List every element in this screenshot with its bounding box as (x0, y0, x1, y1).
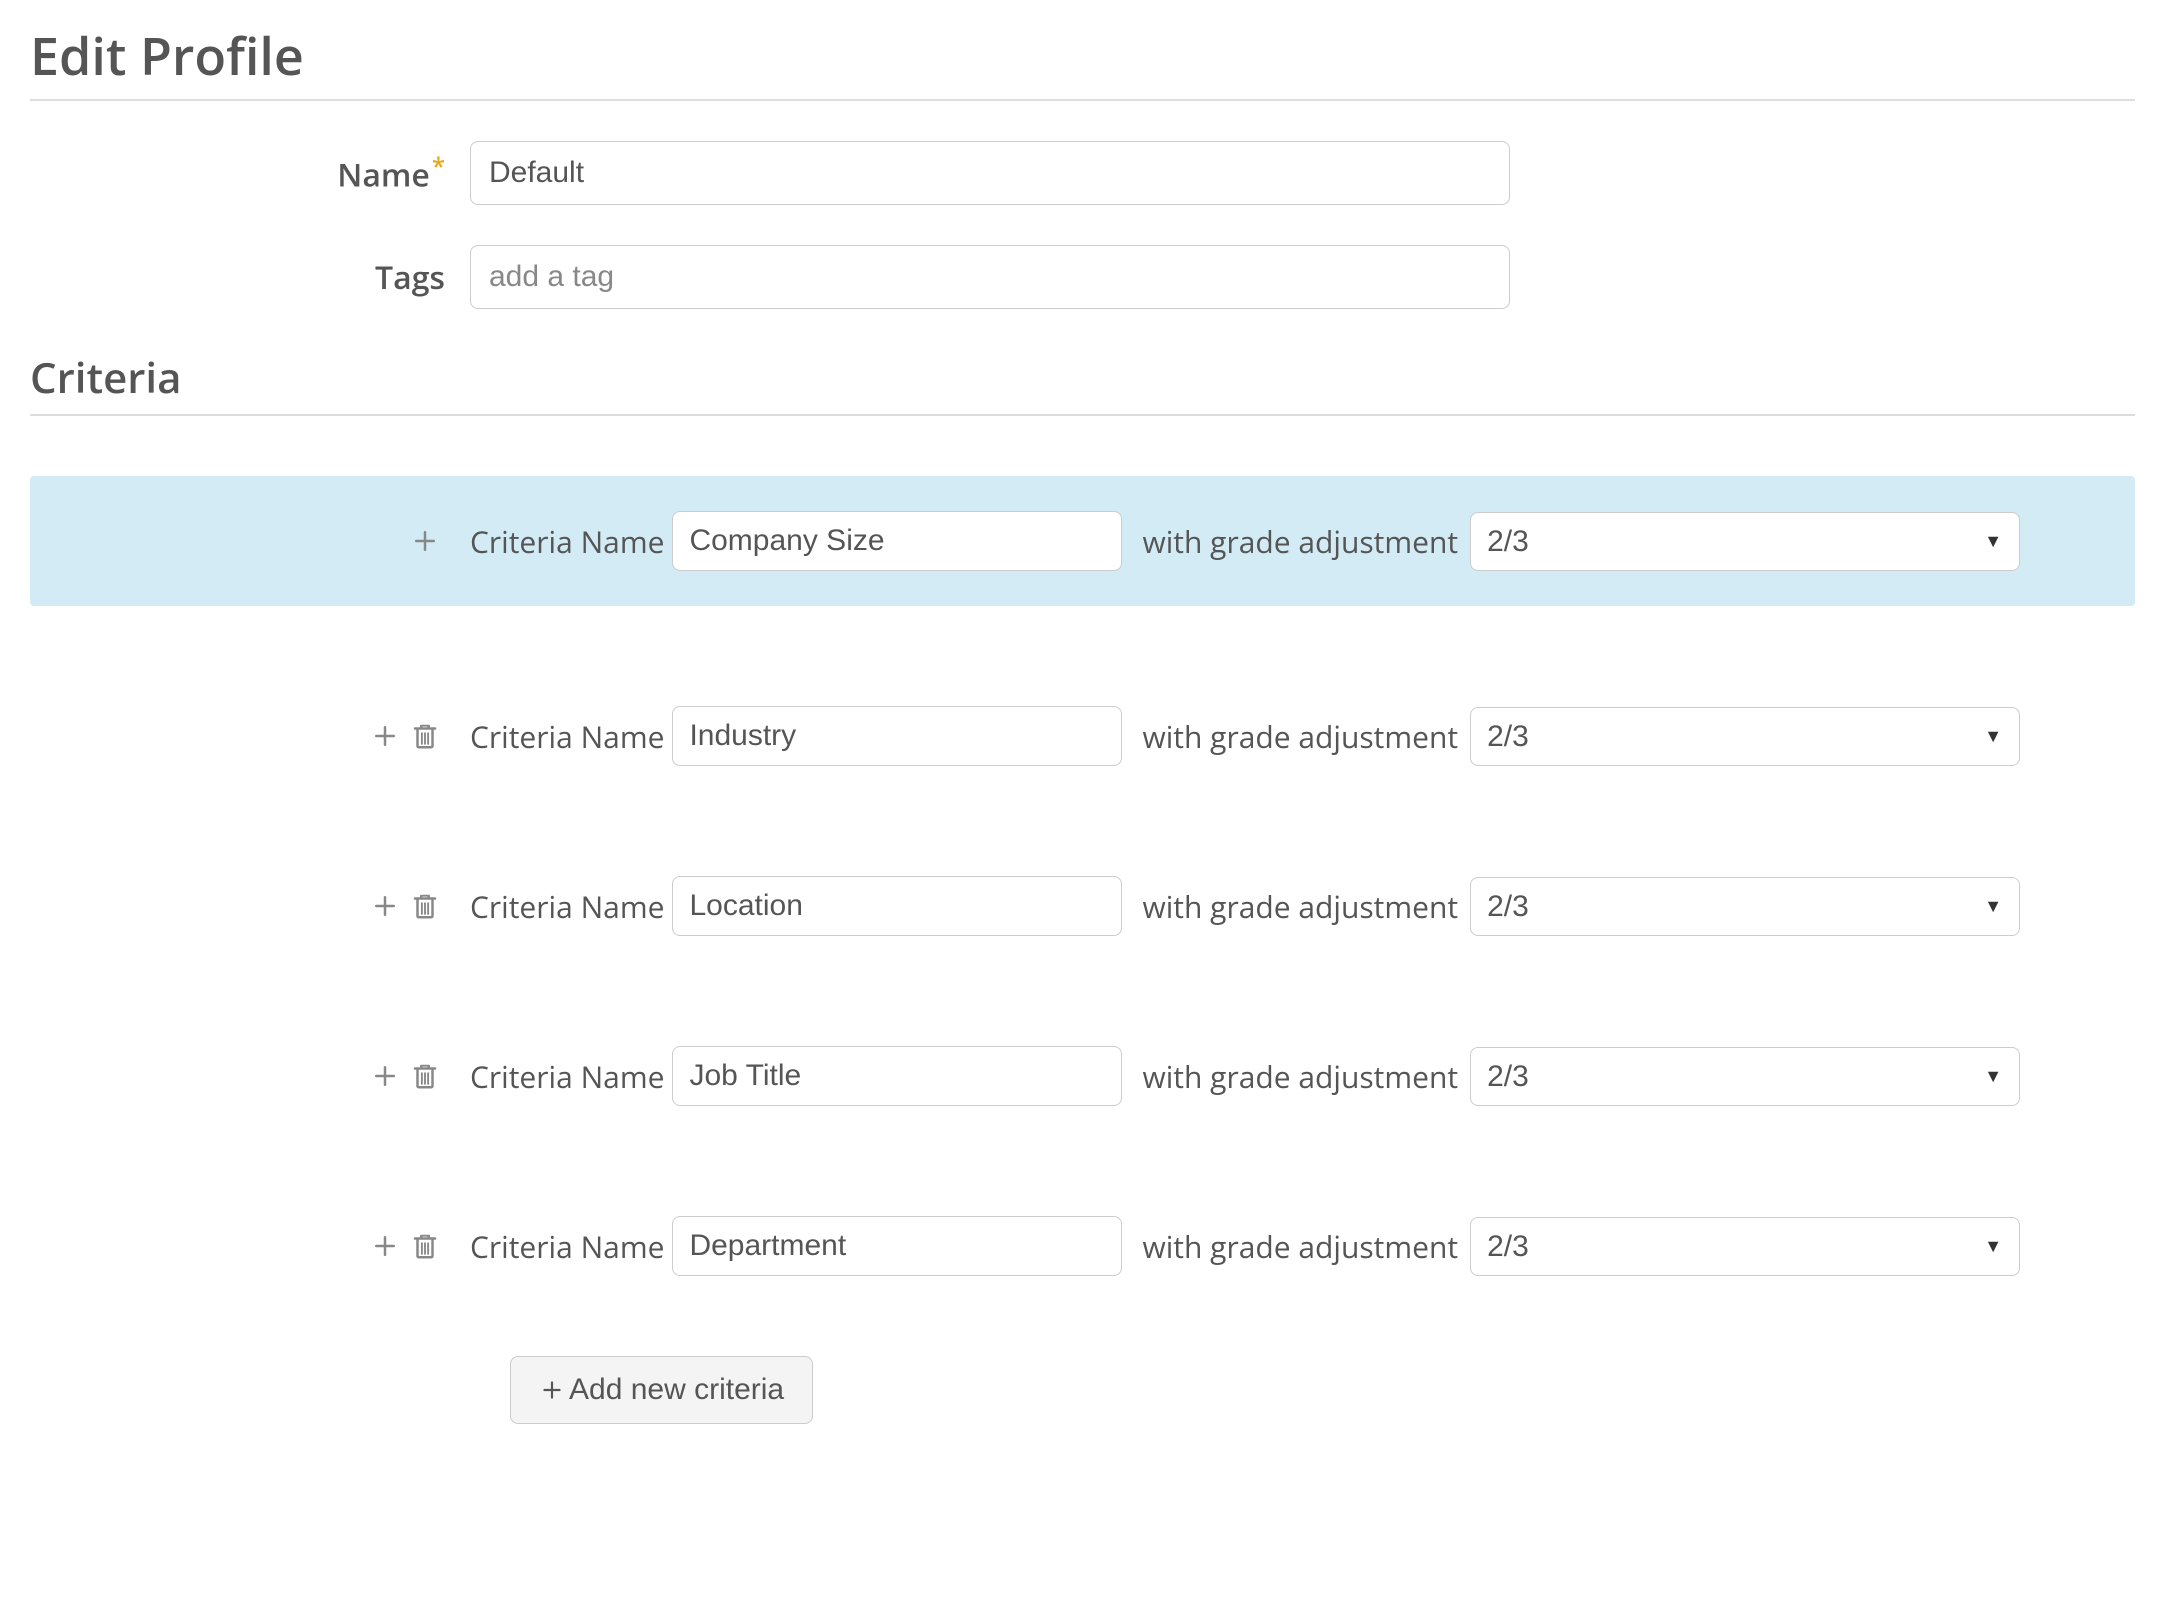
add-icon[interactable] (410, 526, 440, 556)
grade-select[interactable]: 2/3 (1470, 1047, 2020, 1106)
criteria-row: Criteria Name with grade adjustment 2/3▼ (30, 476, 2135, 606)
criteria-name-input[interactable] (672, 1046, 1122, 1106)
grade-select[interactable]: 2/3 (1470, 877, 2020, 936)
name-input[interactable] (470, 141, 1510, 205)
grade-select-wrapper: 2/3▼ (1470, 707, 2020, 766)
grade-select-wrapper: 2/3▼ (1470, 1217, 2020, 1276)
grade-select[interactable]: 2/3 (1470, 512, 2020, 571)
tags-label: Tags (30, 256, 470, 299)
plus-icon (539, 1377, 565, 1403)
criteria-name-label: Criteria Name (470, 521, 664, 562)
trash-icon[interactable] (410, 721, 440, 751)
add-icon[interactable] (370, 891, 400, 921)
tags-label-text: Tags (375, 256, 445, 299)
grade-adjust-label: with grade adjustment (1142, 1056, 1458, 1097)
trash-icon[interactable] (410, 1061, 440, 1091)
grade-select-wrapper: 2/3▼ (1470, 877, 2020, 936)
tags-row: Tags (30, 245, 2135, 309)
trash-icon[interactable] (410, 1231, 440, 1261)
grade-adjust-label: with grade adjustment (1142, 716, 1458, 757)
add-criteria-label: Add new criteria (569, 1373, 784, 1407)
criteria-row: Criteria Name with grade adjustment 2/3▼ (30, 1016, 2135, 1136)
tags-input[interactable] (470, 245, 1510, 309)
grade-adjust-label: with grade adjustment (1142, 886, 1458, 927)
criteria-row-icons (30, 526, 470, 556)
add-criteria-button[interactable]: Add new criteria (510, 1356, 813, 1424)
criteria-heading: Criteria (30, 349, 2135, 406)
criteria-name-label: Criteria Name (470, 1056, 664, 1097)
grade-select[interactable]: 2/3 (1470, 1217, 2020, 1276)
grade-adjust-label: with grade adjustment (1142, 521, 1458, 562)
criteria-row-icons (30, 1061, 470, 1091)
criteria-name-input[interactable] (672, 876, 1122, 936)
required-star-icon: * (432, 150, 445, 183)
criteria-name-label: Criteria Name (470, 716, 664, 757)
grade-select-wrapper: 2/3▼ (1470, 1047, 2020, 1106)
grade-select[interactable]: 2/3 (1470, 707, 2020, 766)
trash-icon[interactable] (410, 891, 440, 921)
criteria-name-input[interactable] (672, 1216, 1122, 1276)
criteria-name-label: Criteria Name (470, 886, 664, 927)
add-criteria-row: Add new criteria (30, 1356, 2135, 1424)
criteria-row: Criteria Name with grade adjustment 2/3▼ (30, 676, 2135, 796)
criteria-row: Criteria Name with grade adjustment 2/3▼ (30, 846, 2135, 966)
criteria-row: Criteria Name with grade adjustment 2/3▼ (30, 1186, 2135, 1306)
criteria-name-label: Criteria Name (470, 1226, 664, 1267)
add-icon[interactable] (370, 1231, 400, 1261)
criteria-name-input[interactable] (672, 511, 1122, 571)
add-icon[interactable] (370, 1061, 400, 1091)
criteria-name-input[interactable] (672, 706, 1122, 766)
add-icon[interactable] (370, 721, 400, 751)
page-title: Edit Profile (30, 20, 2135, 91)
criteria-row-icons (30, 721, 470, 751)
grade-adjust-label: with grade adjustment (1142, 1226, 1458, 1267)
name-label: Name* (30, 150, 470, 197)
name-row: Name* (30, 141, 2135, 205)
criteria-divider (30, 414, 2135, 416)
criteria-row-icons (30, 891, 470, 921)
title-divider (30, 99, 2135, 101)
grade-select-wrapper: 2/3▼ (1470, 512, 2020, 571)
criteria-row-icons (30, 1231, 470, 1261)
name-label-text: Name (337, 153, 430, 196)
